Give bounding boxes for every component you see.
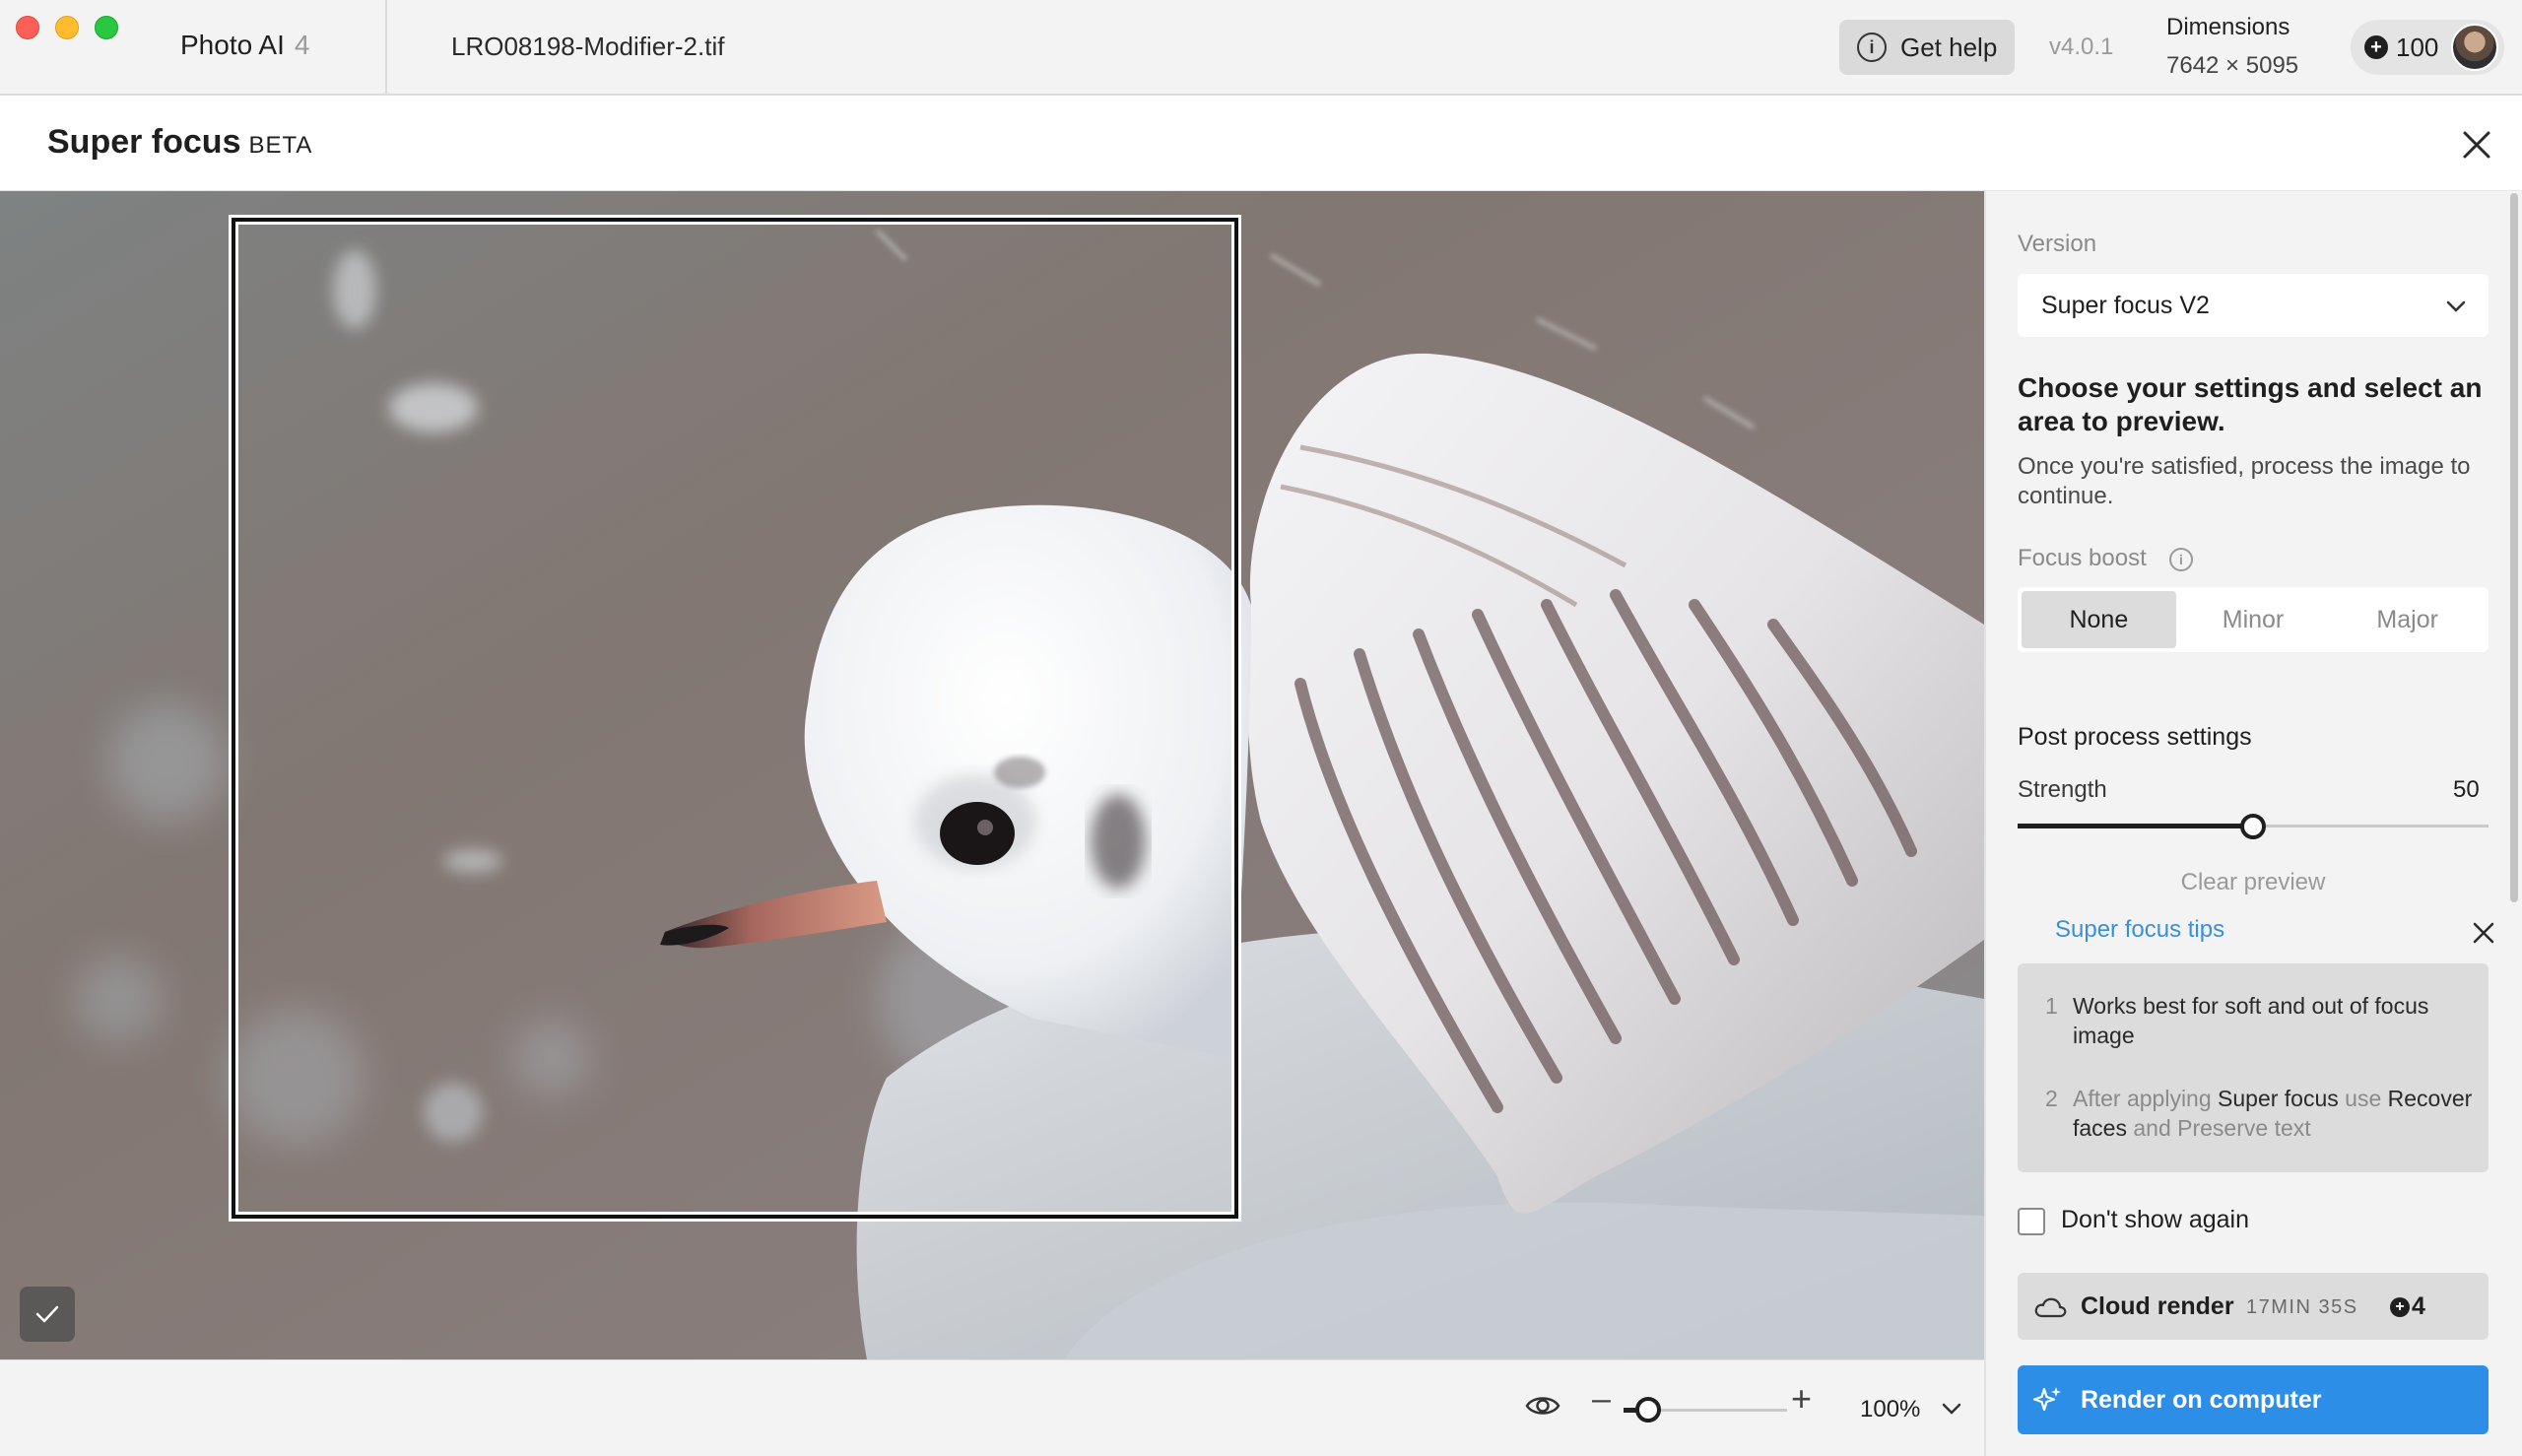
- panel-heading: Choose your settings and select an area …: [2018, 372, 2483, 436]
- tip-text-part: After applying: [2073, 1086, 2219, 1111]
- tip-item: 1 Works best for soft and out of focus i…: [2045, 991, 2479, 1050]
- eye-icon[interactable]: [1523, 1386, 1562, 1425]
- app-title: Photo AI 4: [180, 30, 309, 61]
- cloud-icon: [2034, 1297, 2067, 1318]
- app-name: Photo AI: [180, 30, 285, 60]
- title-bar: Photo AI 4 LRO08198-Modifier-2.tif i Get …: [0, 0, 2522, 96]
- zoom-slider-thumb[interactable]: [1635, 1397, 1661, 1423]
- info-icon: i: [1857, 33, 1887, 62]
- get-help-label: Get help: [1900, 32, 1998, 62]
- dimensions-label: Dimensions: [2166, 14, 2290, 40]
- credit-coin-icon: +: [2390, 1296, 2410, 1317]
- tip-text-part: use: [2338, 1086, 2388, 1111]
- tool-name: Super focus: [47, 123, 241, 161]
- panel-subtext: Once you're satisfied, process the image…: [2018, 453, 2471, 509]
- strength-slider-fill: [2018, 824, 2253, 828]
- version-label: Version: [2018, 231, 2097, 257]
- focus-boost-label: Focus boost: [2018, 545, 2147, 571]
- chevron-down-icon: [2446, 300, 2466, 312]
- zoom-in-button[interactable]: +: [1791, 1378, 1812, 1420]
- focus-boost-major[interactable]: Major: [2330, 591, 2485, 648]
- focus-boost-minor[interactable]: Minor: [2176, 591, 2331, 648]
- tip-text: Works best for soft and out of focus ima…: [2073, 993, 2429, 1048]
- tip-text-part: and: [2126, 1115, 2178, 1141]
- zoom-out-button[interactable]: –: [1592, 1380, 1611, 1419]
- tip-item: 2 After applying Super focus use Recover…: [2045, 1084, 2479, 1143]
- sparkle-icon: [2032, 1387, 2061, 1412]
- photo: [0, 191, 1984, 1359]
- image-canvas[interactable]: [0, 191, 1984, 1359]
- post-process-title: Post process settings: [2018, 723, 2252, 751]
- cloud-render-credits: + 4: [2390, 1292, 2425, 1321]
- beta-badge: BETA: [248, 132, 313, 159]
- dimensions-value: 7642 × 5095: [2166, 52, 2299, 79]
- app-version-number: 4: [294, 30, 310, 60]
- focus-boost-none[interactable]: None: [2022, 591, 2176, 648]
- clear-preview-button[interactable]: Clear preview: [2018, 869, 2489, 896]
- cloud-render-credit-count: 4: [2412, 1292, 2425, 1320]
- dont-show-again-label[interactable]: Don't show again: [2061, 1206, 2249, 1234]
- tip-text-emphasis: Super focus: [2218, 1086, 2339, 1111]
- close-icon[interactable]: [2471, 920, 2496, 946]
- file-name: LRO08198-Modifier-2.tif: [451, 32, 725, 61]
- version-select[interactable]: Super focus V2: [2018, 274, 2489, 337]
- tool-header: Super focus BETA: [0, 96, 2522, 191]
- tip-number: 2: [2045, 1086, 2058, 1111]
- focus-boost-segmented-control: None Minor Major: [2018, 587, 2489, 652]
- avatar[interactable]: [2451, 24, 2498, 71]
- tip-number: 1: [2045, 993, 2058, 1019]
- cloud-render-time: 17MIN 35S: [2246, 1296, 2358, 1318]
- cloud-render-label: Cloud render: [2081, 1292, 2234, 1320]
- panel-scrollbar[interactable]: [2510, 193, 2518, 902]
- super-focus-tips-link[interactable]: Super focus tips: [2055, 916, 2224, 944]
- window-close-button[interactable]: [16, 16, 39, 39]
- dont-show-again-checkbox[interactable]: [2018, 1208, 2045, 1235]
- cloud-render-button[interactable]: Cloud render 17MIN 35S + 4: [2018, 1273, 2489, 1340]
- zoom-value[interactable]: 100%: [1860, 1396, 1920, 1423]
- info-icon[interactable]: i: [2169, 548, 2193, 571]
- bottom-toolbar: – + 100%: [0, 1359, 1984, 1456]
- tip-text-part: Preserve text: [2177, 1115, 2311, 1141]
- app-version: v4.0.1: [2049, 33, 2114, 60]
- credits-count: 100: [2396, 32, 2439, 62]
- window-minimize-button[interactable]: [55, 16, 79, 39]
- close-icon[interactable]: [2457, 125, 2496, 165]
- strength-slider-thumb[interactable]: [2240, 814, 2266, 839]
- tips-box: 1 Works best for soft and out of focus i…: [2018, 963, 2489, 1172]
- render-on-computer-label: Render on computer: [2081, 1386, 2322, 1414]
- credits-badge[interactable]: + 100: [2351, 20, 2504, 75]
- strength-label: Strength: [2018, 776, 2107, 803]
- tool-title: Super focus BETA: [47, 123, 312, 162]
- version-select-value: Super focus V2: [2041, 291, 2210, 319]
- render-on-computer-button[interactable]: Render on computer: [2018, 1365, 2489, 1434]
- tip-text: After applying Super focus use Recover f…: [2073, 1084, 2479, 1143]
- titlebar-divider: [385, 0, 387, 96]
- get-help-button[interactable]: i Get help: [1839, 20, 2015, 75]
- chevron-down-icon[interactable]: [1939, 1396, 1964, 1422]
- check-icon: [35, 1305, 59, 1323]
- confirm-selection-button[interactable]: [20, 1287, 75, 1342]
- credit-coin-icon: +: [2364, 35, 2388, 59]
- strength-value[interactable]: 50: [2453, 776, 2480, 804]
- window-zoom-button[interactable]: [95, 16, 118, 39]
